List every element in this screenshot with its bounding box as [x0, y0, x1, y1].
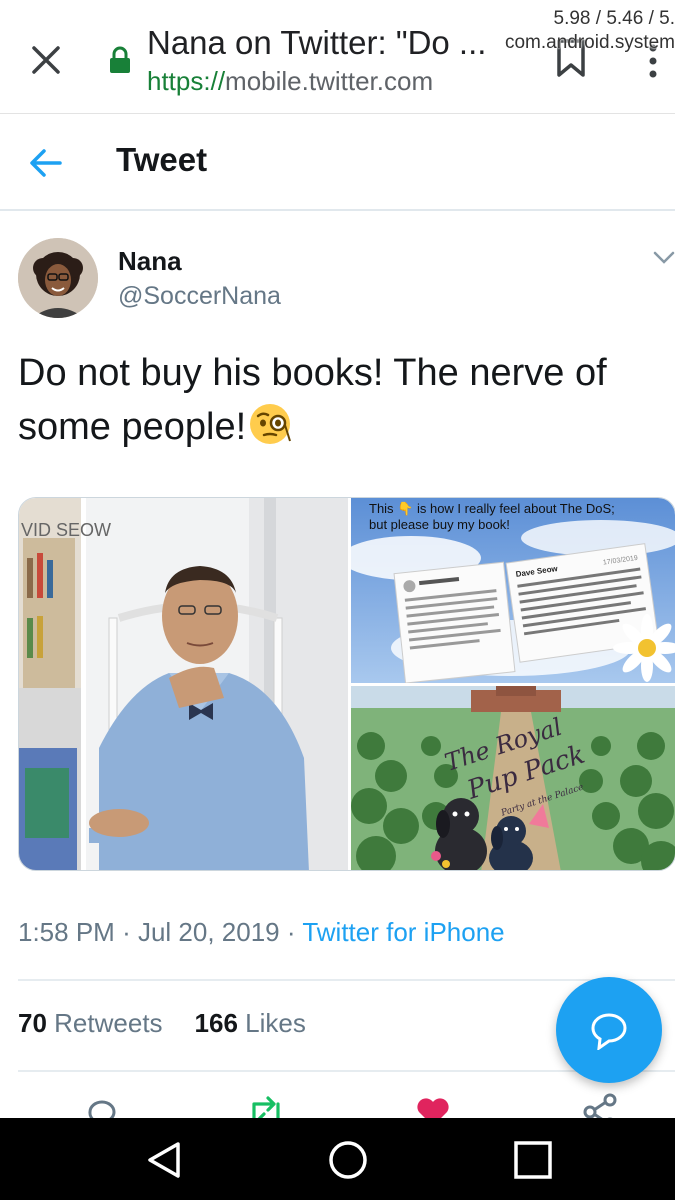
cpu-load-overlay: 5.98 / 5.46 / 5. — [553, 8, 675, 29]
author-portrait-image: VID SEOW — [19, 498, 348, 870]
tweet-text-content: Do not buy his books! The nerve of some … — [18, 352, 607, 448]
media-photo-author[interactable]: VID SEOW — [19, 498, 348, 870]
lock-icon — [110, 46, 130, 73]
close-icon[interactable] — [26, 40, 66, 80]
tweet-time: 1:58 PM — [18, 917, 115, 947]
book-cover-image: The Royal Pup Pack Party at the Palace — [351, 686, 675, 870]
header-title: Tweet — [116, 141, 208, 178]
author-name[interactable]: Nana — [118, 246, 182, 277]
chevron-down-icon[interactable] — [652, 250, 675, 266]
back-arrow-icon[interactable] — [28, 147, 64, 179]
reply-bubble-icon — [591, 1013, 627, 1050]
avatar-photo — [18, 238, 98, 318]
media-screenshot-tweet[interactable]: This 👇 is how I really feel about The Do… — [351, 498, 675, 683]
share-icon[interactable] — [580, 1092, 620, 1118]
reply-icon[interactable] — [82, 1092, 122, 1118]
tweet-screenshot-image: This 👇 is how I really feel about The Do… — [351, 498, 675, 683]
tweet-stats: 70 Retweets 166 Likes — [18, 1008, 306, 1039]
retweets-label: Retweets — [54, 1008, 163, 1038]
browser-toolbar: Nana on Twitter: "Do ... https://mobile.… — [0, 0, 675, 114]
tweet-media-grid[interactable]: VID SEOW This 👇 is how I really feel abo… — [18, 497, 675, 871]
page-title[interactable]: Nana on Twitter: "Do ... — [147, 24, 507, 62]
tweet-text: Do not buy his books! The nerve of some … — [18, 346, 658, 454]
separator-dot: · — [286, 917, 296, 947]
retweets-count: 70 — [18, 1008, 47, 1038]
url-host: mobile.twitter.com — [225, 66, 434, 96]
likes-count: 166 — [194, 1008, 238, 1038]
retweets-stat[interactable]: 70 Retweets — [18, 1008, 163, 1038]
android-nav-bar — [0, 1118, 675, 1200]
svg-text:but please buy my book!: but please buy my book! — [369, 517, 510, 532]
separator-dot: · — [122, 917, 131, 947]
recents-square-icon[interactable] — [511, 1138, 555, 1182]
left-photo-caption: VID SEOW — [21, 520, 111, 540]
author-handle[interactable]: @SoccerNana — [118, 282, 281, 311]
retweet-icon[interactable] — [246, 1092, 286, 1118]
compose-reply-button[interactable] — [556, 977, 662, 1083]
likes-stat[interactable]: 166 Likes — [195, 1008, 306, 1038]
tweet-actions-bar — [0, 1092, 675, 1118]
heart-icon[interactable] — [413, 1092, 453, 1118]
tweet-date: Jul 20, 2019 — [137, 917, 280, 947]
process-name-overlay: com.android.system — [504, 32, 675, 53]
tweet-header: Tweet — [0, 115, 675, 211]
likes-label: Likes — [245, 1008, 306, 1038]
tweet-timestamp: 1:58 PM · Jul 20, 2019 · Twitter for iPh… — [18, 917, 505, 948]
page-url[interactable]: https://mobile.twitter.com — [147, 66, 433, 97]
svg-text:This 👇 is how I really feel a: This 👇 is how I really feel about The Do… — [369, 501, 615, 517]
media-book-cover[interactable]: The Royal Pup Pack Party at the Palace — [351, 686, 675, 870]
tweet-source-link[interactable]: Twitter for iPhone — [302, 917, 504, 947]
back-triangle-icon[interactable] — [142, 1138, 186, 1182]
avatar[interactable] — [18, 238, 98, 318]
divider — [18, 979, 675, 981]
face-with-monocle-icon — [250, 404, 292, 444]
url-scheme: https:// — [147, 66, 226, 96]
home-circle-icon[interactable] — [326, 1138, 370, 1182]
